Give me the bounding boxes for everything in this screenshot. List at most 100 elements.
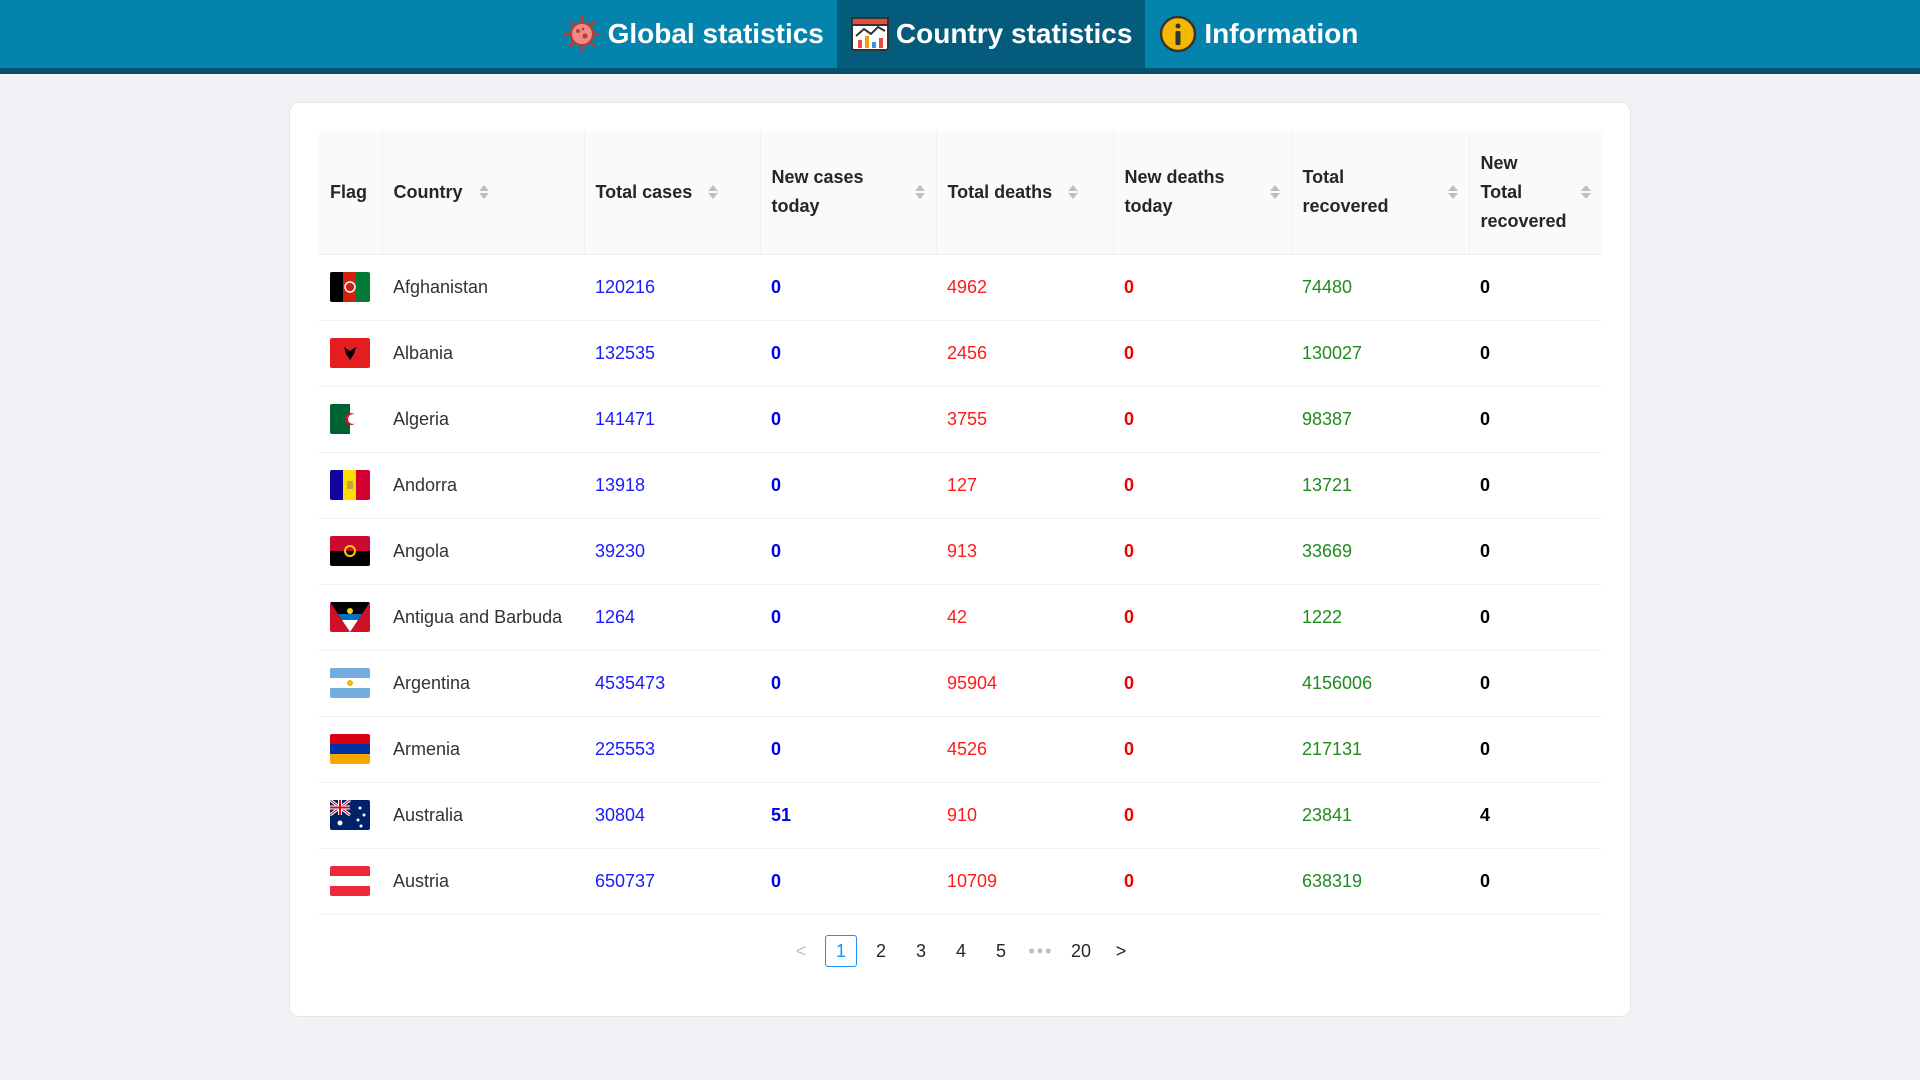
table-row: Antigua and Barbuda 1264 0 42 0 1222 0 bbox=[319, 584, 1602, 651]
antigua-flag-icon bbox=[330, 602, 370, 632]
nav-global-statistics[interactable]: Global statistics bbox=[549, 0, 837, 68]
table-row: Argentina 4535473 0 95904 0 4156006 0 bbox=[319, 650, 1602, 717]
new-recovered-value: 0 bbox=[1469, 716, 1602, 783]
albania-flag-icon bbox=[330, 338, 370, 368]
total-cases-value: 39230 bbox=[584, 518, 760, 585]
new-recovered-value: 0 bbox=[1469, 650, 1602, 717]
sort-icon[interactable] bbox=[1447, 185, 1458, 200]
total-recovered-value: 638319 bbox=[1291, 848, 1469, 915]
total-cases-value: 141471 bbox=[584, 386, 760, 453]
total-deaths-value: 4526 bbox=[936, 716, 1113, 783]
nav-information[interactable]: Information bbox=[1145, 0, 1371, 68]
new-deaths-value: 0 bbox=[1113, 848, 1291, 915]
header-total-deaths[interactable]: Total deaths bbox=[936, 131, 1114, 255]
total-deaths-value: 127 bbox=[936, 452, 1113, 519]
total-recovered-value: 217131 bbox=[1291, 716, 1469, 783]
country-name: Australia bbox=[382, 782, 584, 849]
new-deaths-value: 0 bbox=[1113, 782, 1291, 849]
total-deaths-value: 42 bbox=[936, 584, 1113, 651]
total-deaths-value: 3755 bbox=[936, 386, 1113, 453]
new-recovered-value: 0 bbox=[1469, 452, 1602, 519]
australia-flag-icon bbox=[330, 800, 370, 830]
total-deaths-value: 913 bbox=[936, 518, 1113, 585]
country-name: Albania bbox=[382, 320, 584, 387]
header-flag: Flag bbox=[319, 131, 383, 255]
country-statistics-table: Flag Country Total cases New cases today… bbox=[319, 131, 1602, 915]
table-row: Armenia 225553 0 4526 0 217131 0 bbox=[319, 716, 1602, 783]
total-recovered-value: 33669 bbox=[1291, 518, 1469, 585]
sort-icon[interactable] bbox=[478, 185, 489, 200]
header-total-recovered[interactable]: Total recovered bbox=[1291, 131, 1470, 255]
country-name: Andorra bbox=[382, 452, 584, 519]
pagination-page-4[interactable]: 4 bbox=[945, 935, 977, 967]
sort-icon[interactable] bbox=[1269, 185, 1280, 200]
country-name: Angola bbox=[382, 518, 584, 585]
new-cases-value: 0 bbox=[760, 452, 936, 519]
table-row: Austria 650737 0 10709 0 638319 0 bbox=[319, 848, 1602, 915]
new-cases-value: 0 bbox=[760, 650, 936, 717]
nav-country-statistics[interactable]: Country statistics bbox=[836, 0, 1146, 68]
pagination-prev-button[interactable]: < bbox=[785, 935, 817, 967]
total-deaths-value: 10709 bbox=[936, 848, 1113, 915]
sort-icon[interactable] bbox=[1068, 185, 1079, 200]
header-new-cases-today[interactable]: New cases today bbox=[760, 131, 937, 255]
total-recovered-value: 130027 bbox=[1291, 320, 1469, 387]
total-recovered-value: 74480 bbox=[1291, 254, 1469, 321]
sort-icon[interactable] bbox=[914, 185, 925, 200]
pagination-jump-next[interactable]: ••• bbox=[1025, 935, 1057, 967]
new-recovered-value: 4 bbox=[1469, 782, 1602, 849]
pagination-page-20[interactable]: 20 bbox=[1065, 935, 1097, 967]
new-deaths-value: 0 bbox=[1113, 518, 1291, 585]
pagination-page-5[interactable]: 5 bbox=[985, 935, 1017, 967]
new-recovered-value: 0 bbox=[1469, 848, 1602, 915]
new-cases-value: 0 bbox=[760, 320, 936, 387]
header-country[interactable]: Country bbox=[382, 131, 585, 255]
argentina-flag-icon bbox=[330, 668, 370, 698]
country-name: Armenia bbox=[382, 716, 584, 783]
country-name: Algeria bbox=[382, 386, 584, 453]
table-row: Australia 30804 51 910 0 23841 4 bbox=[319, 782, 1602, 849]
total-recovered-value: 23841 bbox=[1291, 782, 1469, 849]
table-row: Albania 132535 0 2456 0 130027 0 bbox=[319, 320, 1602, 387]
afghanistan-flag-icon bbox=[330, 272, 370, 302]
new-deaths-value: 0 bbox=[1113, 452, 1291, 519]
pagination-page-1[interactable]: 1 bbox=[825, 935, 857, 967]
pagination-page-3[interactable]: 3 bbox=[905, 935, 937, 967]
new-recovered-value: 0 bbox=[1469, 584, 1602, 651]
total-recovered-value: 13721 bbox=[1291, 452, 1469, 519]
new-cases-value: 0 bbox=[760, 584, 936, 651]
armenia-flag-icon bbox=[330, 734, 370, 764]
nav-label: Global statistics bbox=[607, 18, 824, 49]
header-new-total-recovered[interactable]: New Total recovered bbox=[1469, 131, 1602, 255]
total-cases-value: 132535 bbox=[584, 320, 760, 387]
pagination-next-button[interactable]: > bbox=[1105, 935, 1137, 967]
country-name: Antigua and Barbuda bbox=[382, 584, 584, 651]
country-name: Argentina bbox=[382, 650, 584, 717]
austria-flag-icon bbox=[330, 866, 370, 896]
total-cases-value: 13918 bbox=[584, 452, 760, 519]
table-row: Angola 39230 0 913 0 33669 0 bbox=[319, 518, 1602, 585]
total-cases-value: 30804 bbox=[584, 782, 760, 849]
total-deaths-value: 910 bbox=[936, 782, 1113, 849]
header-total-cases[interactable]: Total cases bbox=[584, 131, 761, 255]
algeria-flag-icon bbox=[330, 404, 370, 434]
new-deaths-value: 0 bbox=[1113, 584, 1291, 651]
total-deaths-value: 4962 bbox=[936, 254, 1113, 321]
pagination-page-2[interactable]: 2 bbox=[865, 935, 897, 967]
top-navbar: Global statistics Country statistics Inf… bbox=[0, 0, 1920, 74]
virus-icon bbox=[562, 14, 602, 54]
country-name: Afghanistan bbox=[382, 254, 584, 321]
sort-icon[interactable] bbox=[708, 185, 719, 200]
new-recovered-value: 0 bbox=[1469, 386, 1602, 453]
new-cases-value: 51 bbox=[760, 782, 936, 849]
total-cases-value: 4535473 bbox=[584, 650, 760, 717]
new-recovered-value: 0 bbox=[1469, 518, 1602, 585]
pagination: < 1 2 3 4 5 ••• 20 > bbox=[290, 935, 1632, 967]
andorra-flag-icon bbox=[330, 470, 370, 500]
header-new-deaths-today[interactable]: New deaths today bbox=[1113, 131, 1292, 255]
total-cases-value: 1264 bbox=[584, 584, 760, 651]
table-header-row: Flag Country Total cases New cases today… bbox=[319, 131, 1602, 255]
new-deaths-value: 0 bbox=[1113, 254, 1291, 321]
new-cases-value: 0 bbox=[760, 254, 936, 321]
sort-icon[interactable] bbox=[1581, 185, 1591, 200]
